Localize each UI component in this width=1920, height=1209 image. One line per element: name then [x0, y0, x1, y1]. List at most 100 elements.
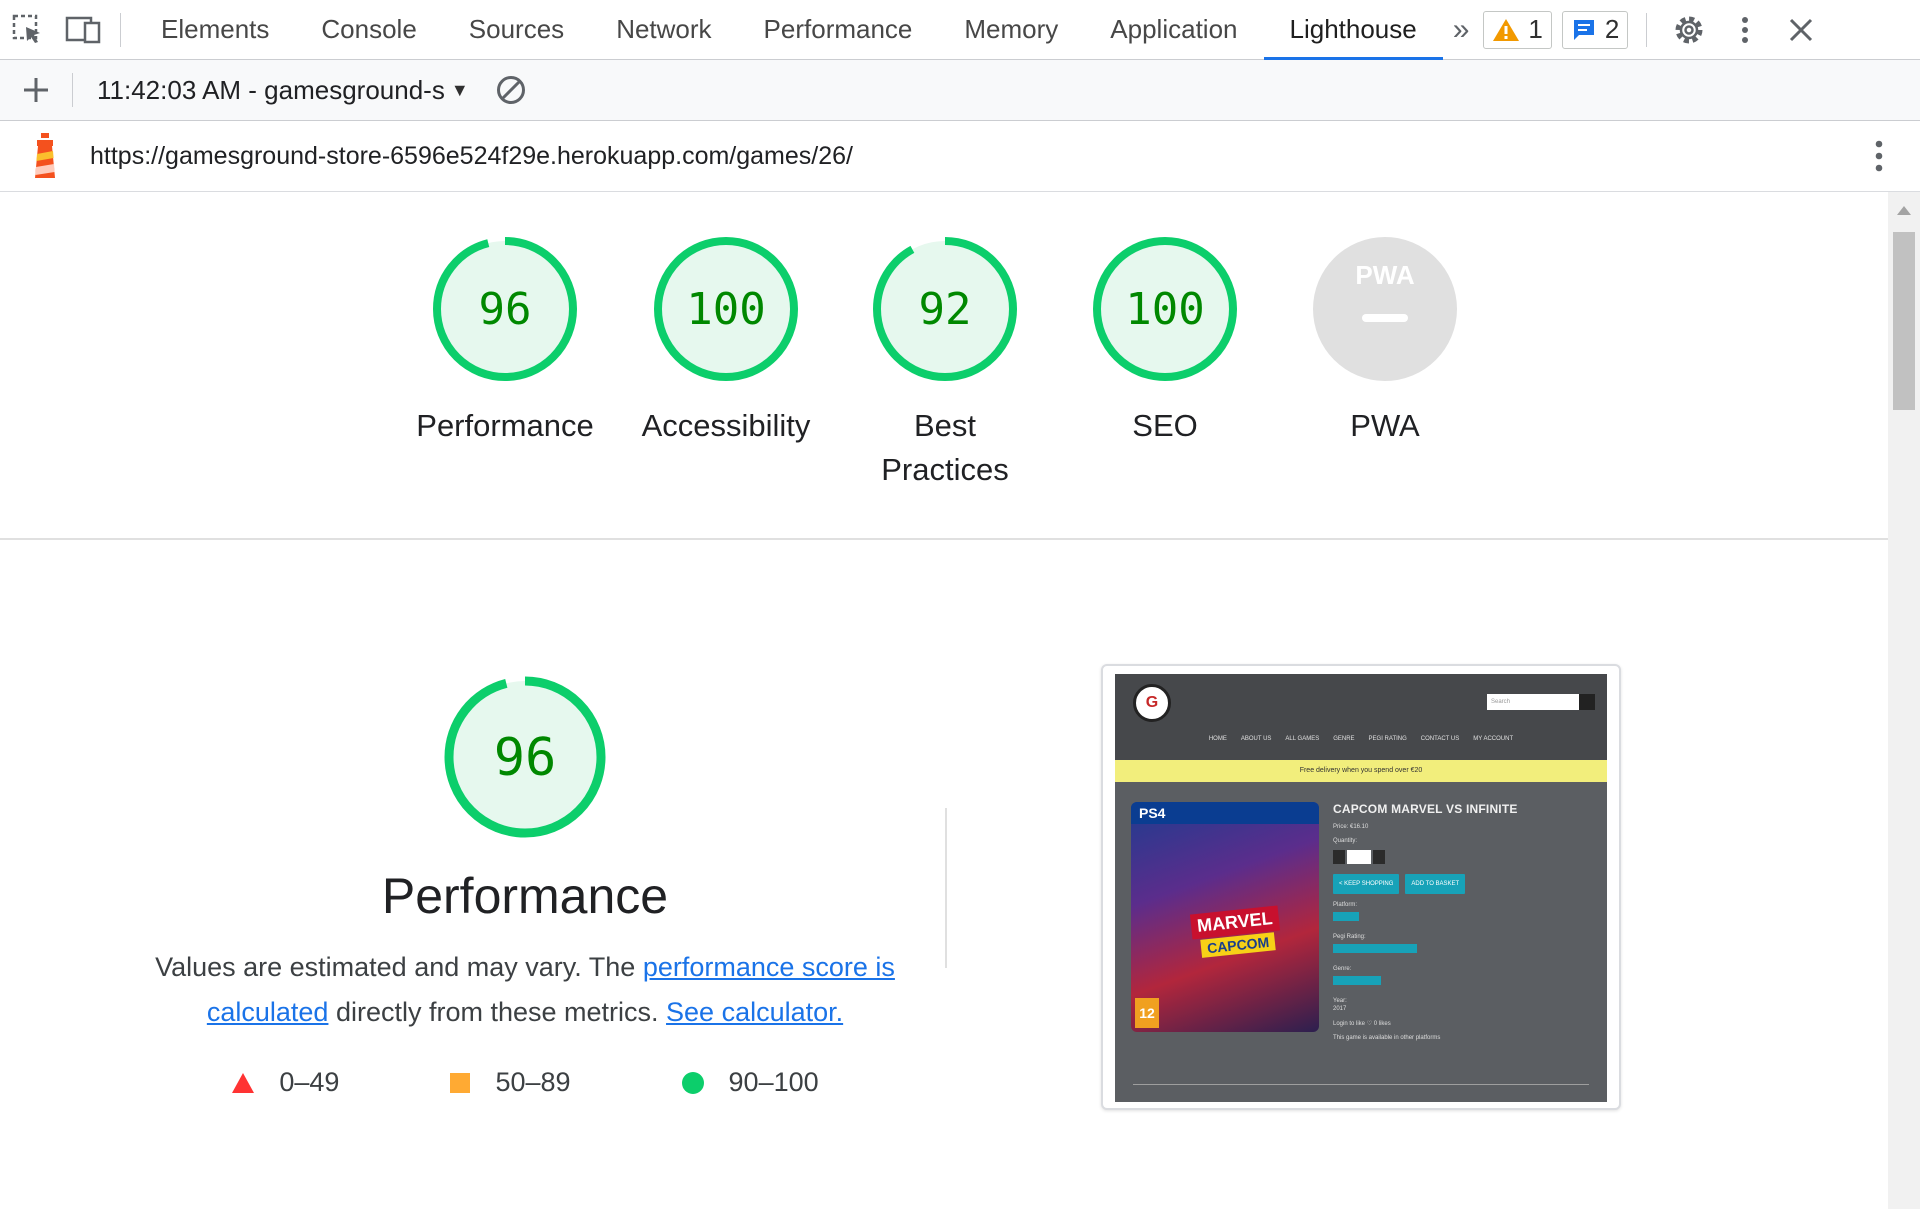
gauge-pwa[interactable]: PWA PWA — [1285, 234, 1485, 448]
game-cover-image: PS4 MARVEL CAPCOM 12 — [1131, 802, 1319, 1032]
platforms-note: This game is available in other platform… — [1333, 1035, 1441, 1041]
warnings-badge[interactable]: 1 — [1483, 10, 1552, 49]
site-header: G Search HOME ABOUT US ALL GAMES GENRE P… — [1115, 674, 1607, 760]
perf-desc-prefix: Values are estimated and may vary. The — [155, 952, 643, 982]
best-practices-gauge-ring: 92 — [873, 237, 1017, 381]
settings-gear-icon[interactable] — [1661, 0, 1717, 60]
quantity-label: Quantity: — [1333, 838, 1358, 844]
lighthouse-toolbar: 11:42:03 AM - gamesground-s ▼ — [0, 60, 1920, 121]
accessibility-label: Accessibility — [641, 408, 811, 443]
keep-shopping-button: < KEEP SHOPPING — [1333, 874, 1400, 894]
site-logo: G — [1133, 684, 1171, 722]
add-to-basket-button: ADD TO BASKET — [1405, 874, 1466, 894]
site-nav: HOME ABOUT US ALL GAMES GENRE PEGI RATIN… — [1115, 736, 1607, 742]
gauge-best-practices[interactable]: 92 Best Practices — [845, 234, 1045, 492]
warning-count: 1 — [1528, 14, 1543, 44]
toolbar-separator — [120, 12, 121, 47]
best-practices-score: 92 — [919, 284, 972, 335]
cover-platform: PS4 — [1131, 802, 1319, 824]
average-square-icon — [450, 1072, 471, 1093]
cover-age-rating: 12 — [1135, 998, 1159, 1028]
best-practices-label-line1: Best — [913, 408, 977, 443]
tab-elements[interactable]: Elements — [135, 0, 295, 60]
site-nav-item: PEGI RATING — [1368, 736, 1407, 742]
legend-fail-range: 0–49 — [279, 1067, 340, 1097]
toolbar-separator — [72, 73, 73, 107]
legend-pass: 90–100 — [681, 1067, 819, 1098]
warning-icon — [1493, 18, 1520, 41]
performance-label: Performance — [416, 408, 594, 443]
platform-pill — [1333, 912, 1359, 921]
quantity-stepper — [1333, 850, 1593, 864]
new-report-plus-icon[interactable] — [0, 60, 72, 120]
page-screenshot: G Search HOME ABOUT US ALL GAMES GENRE P… — [1115, 674, 1607, 1102]
gauge-accessibility[interactable]: 100 Accessibility — [626, 234, 826, 448]
message-icon — [1573, 19, 1594, 40]
device-toolbar-icon[interactable] — [56, 0, 112, 60]
site-nav-item: HOME — [1208, 736, 1227, 742]
lighthouse-report: 96 Performance 100 Accessibility 92 Best… — [0, 192, 1888, 1209]
section-divider — [0, 538, 1888, 540]
site-search-icon — [1579, 694, 1595, 710]
report-selector-dropdown[interactable]: 11:42:03 AM - gamesground-s ▼ — [97, 75, 469, 106]
best-practices-label: Best Practices — [845, 404, 1045, 492]
lighthouse-logo-icon — [0, 121, 90, 192]
seo-label: SEO — [1132, 408, 1198, 443]
tab-memory[interactable]: Memory — [938, 0, 1084, 60]
inspect-element-icon[interactable] — [0, 0, 56, 60]
performance-heading: Performance — [381, 868, 669, 924]
legend-average: 50–89 — [449, 1067, 571, 1098]
performance-summary: 96 Performance Values are estimated and … — [145, 672, 905, 1098]
site-nav-item: GENRE — [1333, 736, 1355, 742]
gauge-seo[interactable]: 100 SEO — [1065, 234, 1265, 448]
seo-score: 100 — [1125, 284, 1204, 335]
site-divider — [1133, 1084, 1589, 1085]
site-nav-item: CONTACT US — [1420, 736, 1460, 742]
game-title: CAPCOM MARVEL VS INFINITE — [1333, 802, 1518, 816]
performance-large-gauge: 96 — [444, 676, 606, 838]
clear-all-icon[interactable] — [495, 74, 527, 106]
report-url-row: https://gamesground-store-6596e524f29e.h… — [0, 121, 1920, 192]
performance-gauge-ring: 96 — [433, 237, 577, 381]
customize-kebab-icon[interactable] — [1717, 0, 1773, 60]
see-calculator-link[interactable]: See calculator. — [666, 997, 843, 1027]
game-info: CAPCOM MARVEL VS INFINITE Price: €16.10 … — [1333, 802, 1593, 1041]
game-price: Price: €16.10 — [1333, 824, 1369, 830]
dropdown-arrow-icon: ▼ — [450, 79, 469, 100]
close-icon[interactable] — [1773, 0, 1829, 60]
more-tabs-chevron-icon[interactable]: » — [1443, 0, 1484, 60]
report-url: https://gamesground-store-6596e524f29e.h… — [90, 141, 853, 170]
category-gauges: 96 Performance 100 Accessibility 92 Best… — [0, 192, 1888, 538]
fail-triangle-icon — [232, 1072, 255, 1093]
performance-score: 96 — [479, 284, 532, 335]
legend-fail: 0–49 — [231, 1067, 339, 1098]
scroll-up-arrow-icon[interactable] — [1897, 206, 1911, 215]
tab-console[interactable]: Console — [295, 0, 442, 60]
pwa-label: PWA — [1350, 408, 1420, 443]
message-count: 2 — [1604, 14, 1620, 44]
report-menu-kebab-icon[interactable] — [1874, 139, 1884, 178]
report-scrollbar[interactable] — [1888, 192, 1920, 1209]
legend-average-range: 50–89 — [495, 1067, 571, 1097]
tab-lighthouse[interactable]: Lighthouse — [1263, 0, 1443, 61]
pwa-dash — [1362, 314, 1408, 322]
genre-pill — [1333, 976, 1381, 985]
pwa-badge-text: PWA — [1355, 260, 1414, 290]
score-legend: 0–49 50–89 90–100 — [145, 1067, 905, 1098]
year-label: Year: — [1333, 998, 1347, 1004]
site-search-input: Search — [1487, 694, 1579, 710]
tab-performance[interactable]: Performance — [738, 0, 939, 60]
tab-application[interactable]: Application — [1084, 0, 1263, 60]
report-selector-label: 11:42:03 AM - gamesground-s — [97, 74, 445, 105]
seo-gauge-ring: 100 — [1093, 237, 1237, 381]
scrollbar-thumb[interactable] — [1893, 232, 1915, 410]
tab-sources[interactable]: Sources — [443, 0, 590, 60]
gauge-performance[interactable]: 96 Performance — [405, 234, 605, 448]
best-practices-label-line2: Practices — [881, 452, 1009, 487]
final-screenshot-thumbnail[interactable]: G Search HOME ABOUT US ALL GAMES GENRE P… — [1101, 664, 1621, 1110]
tab-network[interactable]: Network — [590, 0, 737, 60]
messages-badge[interactable]: 2 — [1561, 10, 1629, 49]
accessibility-gauge-ring: 100 — [654, 237, 798, 381]
pegi-pill — [1333, 944, 1417, 953]
site-nav-item: MY ACCOUNT — [1473, 736, 1514, 742]
